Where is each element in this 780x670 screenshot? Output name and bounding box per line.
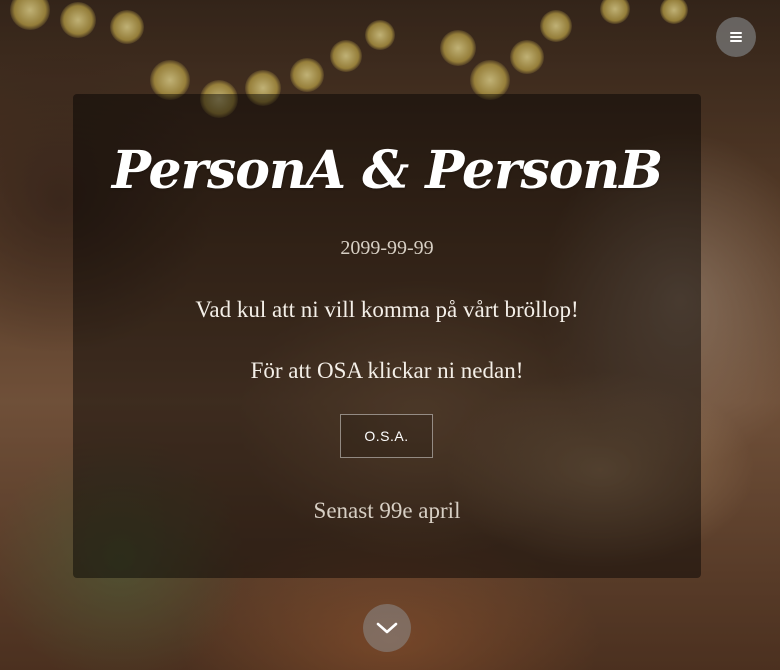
rsvp-deadline: Senast 99e april	[313, 498, 461, 523]
rsvp-prompt: För att OSA klickar ni nedan!	[250, 358, 524, 383]
wedding-date: 2099-99-99	[340, 237, 434, 259]
menu-button[interactable]	[716, 17, 756, 57]
couple-names: PersonA & PersonB	[111, 140, 663, 201]
scroll-down-button[interactable]	[363, 604, 411, 652]
hamburger-icon	[730, 32, 742, 42]
welcome-message: Vad kul att ni vill komma på vårt bröllo…	[195, 297, 579, 322]
hero-card: PersonA & PersonB 2099-99-99 Vad kul att…	[73, 94, 701, 578]
chevron-down-icon	[376, 622, 398, 634]
rsvp-button[interactable]: O.S.A.	[340, 414, 433, 458]
